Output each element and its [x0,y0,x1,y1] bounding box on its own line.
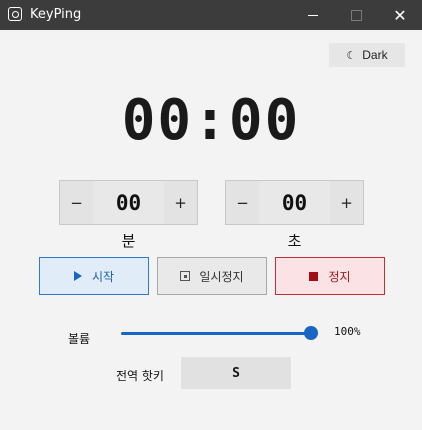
hotkey-label: 전역 핫키 [116,369,164,383]
stop-button[interactable]: 정지 [275,257,385,295]
volume-percent: 100% [334,325,361,338]
minimize-button[interactable] [291,0,335,30]
maximize-icon [350,9,362,21]
play-icon [73,271,82,281]
seconds-decrement-button[interactable]: − [226,181,259,224]
seconds-stepper: − 00 + [225,180,364,225]
pause-icon [180,271,191,281]
stop-icon [309,271,319,281]
pause-label: 일시정지 [199,269,244,284]
close-button[interactable]: ✕ [378,0,422,30]
app-icon [8,7,22,21]
seconds-increment-button[interactable]: + [330,181,363,224]
title-bar: KeyPing ✕ [0,0,422,30]
app-window: KeyPing ✕ ☾ Dark 00:00 − 00 + 분 − 00 + 초… [0,0,422,430]
theme-toggle-button[interactable]: ☾ Dark [329,43,405,67]
theme-toggle-label: Dark [362,48,388,62]
start-button[interactable]: 시작 [39,257,149,295]
minimize-icon [308,14,318,16]
start-label: 시작 [91,269,115,284]
volume-slider[interactable] [121,326,318,340]
seconds-value[interactable]: 00 [259,181,330,224]
minutes-stepper: − 00 + [59,180,198,225]
volume-slider-thumb[interactable] [304,326,318,340]
pause-button[interactable]: 일시정지 [157,257,267,295]
hotkey-input[interactable]: S [181,357,291,389]
minutes-decrement-button[interactable]: − [60,181,93,224]
moon-icon: ☾ [346,49,357,62]
close-icon: ✕ [393,5,407,25]
maximize-button[interactable] [334,0,378,30]
window-title: KeyPing [30,7,82,22]
seconds-unit-label: 초 [287,232,302,250]
minutes-unit-label: 분 [121,232,136,250]
volume-label: 볼륨 [68,332,91,346]
minutes-increment-button[interactable]: + [164,181,197,224]
minutes-value[interactable]: 00 [93,181,164,224]
stop-label: 정지 [328,269,351,284]
volume-slider-track [121,332,311,335]
timer-display: 00:00 [121,88,301,153]
